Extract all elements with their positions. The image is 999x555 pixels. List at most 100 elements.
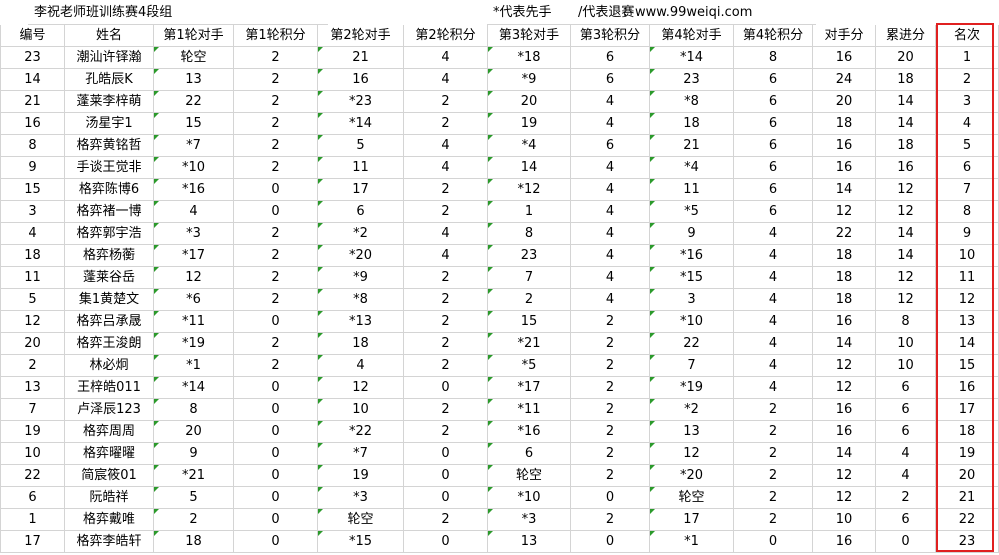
cell-r3-opponent[interactable]: *12 (488, 179, 571, 201)
cell-rank[interactable]: 10 (936, 245, 999, 267)
cell-opponent-score[interactable]: 16 (813, 157, 876, 179)
cell-r3-opponent[interactable]: *3 (488, 509, 571, 531)
cell-r4-points[interactable]: 6 (734, 157, 813, 179)
cell-r4-points[interactable]: 8 (734, 47, 813, 69)
cell-progressive-score[interactable]: 18 (876, 69, 936, 91)
cell-r4-opponent[interactable]: 轮空 (650, 487, 734, 509)
cell-r2-points[interactable]: 0 (404, 465, 488, 487)
cell-r3-opponent[interactable]: 15 (488, 311, 571, 333)
cell-rank[interactable]: 4 (936, 113, 999, 135)
cell-r1-opponent[interactable]: *11 (154, 311, 234, 333)
cell-r3-opponent[interactable]: 13 (488, 531, 571, 553)
cell-rank[interactable]: 19 (936, 443, 999, 465)
cell-name[interactable]: 孔皓辰K (65, 69, 154, 91)
header-r3-opponent[interactable]: 第3轮对手 (488, 25, 571, 47)
cell-r2-points[interactable]: 4 (404, 223, 488, 245)
cell-r3-points[interactable]: 4 (571, 157, 650, 179)
cell-id[interactable]: 18 (0, 245, 65, 267)
cell-r1-points[interactable]: 0 (234, 443, 318, 465)
cell-r2-points[interactable]: 2 (404, 201, 488, 223)
cell-name[interactable]: 格弈杨蘅 (65, 245, 154, 267)
cell-r3-points[interactable]: 4 (571, 245, 650, 267)
cell-r1-opponent[interactable]: 20 (154, 421, 234, 443)
cell-r4-opponent[interactable]: 23 (650, 69, 734, 91)
cell-id[interactable]: 10 (0, 443, 65, 465)
cell-r4-opponent[interactable]: *8 (650, 91, 734, 113)
cell-progressive-score[interactable]: 6 (876, 399, 936, 421)
cell-r3-points[interactable]: 4 (571, 201, 650, 223)
cell-r3-opponent[interactable]: 20 (488, 91, 571, 113)
cell-rank[interactable]: 9 (936, 223, 999, 245)
cell-r1-opponent[interactable]: *7 (154, 135, 234, 157)
cell-name[interactable]: 集1黄楚文 (65, 289, 154, 311)
cell-rank[interactable]: 6 (936, 157, 999, 179)
cell-r4-opponent[interactable]: *16 (650, 245, 734, 267)
cell-r3-points[interactable]: 4 (571, 267, 650, 289)
cell-r2-points[interactable]: 4 (404, 157, 488, 179)
cell-progressive-score[interactable]: 6 (876, 509, 936, 531)
cell-id[interactable]: 16 (0, 113, 65, 135)
cell-name[interactable]: 格弈李皓轩 (65, 531, 154, 553)
cell-rank[interactable]: 11 (936, 267, 999, 289)
cell-r4-points[interactable]: 4 (734, 223, 813, 245)
cell-r2-opponent[interactable]: *13 (318, 311, 404, 333)
cell-id[interactable]: 21 (0, 91, 65, 113)
cell-opponent-score[interactable]: 16 (813, 135, 876, 157)
cell-rank[interactable]: 18 (936, 421, 999, 443)
cell-r1-points[interactable]: 0 (234, 487, 318, 509)
cell-id[interactable]: 15 (0, 179, 65, 201)
cell-id[interactable]: 12 (0, 311, 65, 333)
cell-id[interactable]: 20 (0, 333, 65, 355)
cell-r1-points[interactable]: 0 (234, 531, 318, 553)
cell-rank[interactable]: 8 (936, 201, 999, 223)
cell-r2-points[interactable]: 0 (404, 531, 488, 553)
cell-r1-opponent[interactable]: 5 (154, 487, 234, 509)
cell-r4-points[interactable]: 4 (734, 245, 813, 267)
cell-name[interactable]: 潮汕许铎瀚 (65, 47, 154, 69)
cell-progressive-score[interactable]: 12 (876, 289, 936, 311)
cell-id[interactable]: 11 (0, 267, 65, 289)
cell-r1-points[interactable]: 0 (234, 377, 318, 399)
cell-opponent-score[interactable]: 18 (813, 289, 876, 311)
cell-opponent-score[interactable]: 16 (813, 531, 876, 553)
cell-r3-points[interactable]: 6 (571, 135, 650, 157)
cell-r2-opponent[interactable]: 5 (318, 135, 404, 157)
cell-r3-opponent[interactable]: *16 (488, 421, 571, 443)
cell-r3-points[interactable]: 4 (571, 113, 650, 135)
cell-progressive-score[interactable]: 14 (876, 91, 936, 113)
cell-r3-points[interactable]: 2 (571, 509, 650, 531)
cell-opponent-score[interactable]: 14 (813, 333, 876, 355)
cell-opponent-score[interactable]: 12 (813, 377, 876, 399)
cell-id[interactable]: 13 (0, 377, 65, 399)
cell-r2-opponent[interactable]: 11 (318, 157, 404, 179)
cell-id[interactable]: 22 (0, 465, 65, 487)
cell-id[interactable]: 9 (0, 157, 65, 179)
cell-r2-points[interactable]: 0 (404, 377, 488, 399)
cell-r3-opponent[interactable]: *11 (488, 399, 571, 421)
cell-r2-points[interactable]: 2 (404, 267, 488, 289)
cell-r4-opponent[interactable]: *20 (650, 465, 734, 487)
cell-r1-points[interactable]: 2 (234, 113, 318, 135)
cell-r1-opponent[interactable]: *3 (154, 223, 234, 245)
cell-r1-opponent[interactable]: *16 (154, 179, 234, 201)
cell-name[interactable]: 格弈黄铭哲 (65, 135, 154, 157)
header-r2-opponent[interactable]: 第2轮对手 (318, 25, 404, 47)
cell-r1-opponent[interactable]: *10 (154, 157, 234, 179)
cell-name[interactable]: 格弈吕承晟 (65, 311, 154, 333)
cell-r4-opponent[interactable]: 18 (650, 113, 734, 135)
cell-r2-opponent[interactable]: *2 (318, 223, 404, 245)
cell-id[interactable]: 4 (0, 223, 65, 245)
cell-name[interactable]: 蓬莱谷岳 (65, 267, 154, 289)
cell-name[interactable]: 手谈王觉非 (65, 157, 154, 179)
cell-r2-opponent[interactable]: 12 (318, 377, 404, 399)
cell-r2-points[interactable]: 4 (404, 69, 488, 91)
cell-progressive-score[interactable]: 14 (876, 113, 936, 135)
cell-opponent-score[interactable]: 18 (813, 267, 876, 289)
sheet-title[interactable]: 李祝老师班训练赛4段组 (28, 0, 328, 25)
cell-r1-points[interactable]: 2 (234, 245, 318, 267)
cell-progressive-score[interactable]: 14 (876, 223, 936, 245)
cell-r2-points[interactable]: 2 (404, 421, 488, 443)
cell-r4-opponent[interactable]: *5 (650, 201, 734, 223)
cell-opponent-score[interactable]: 12 (813, 355, 876, 377)
cell-id[interactable]: 17 (0, 531, 65, 553)
